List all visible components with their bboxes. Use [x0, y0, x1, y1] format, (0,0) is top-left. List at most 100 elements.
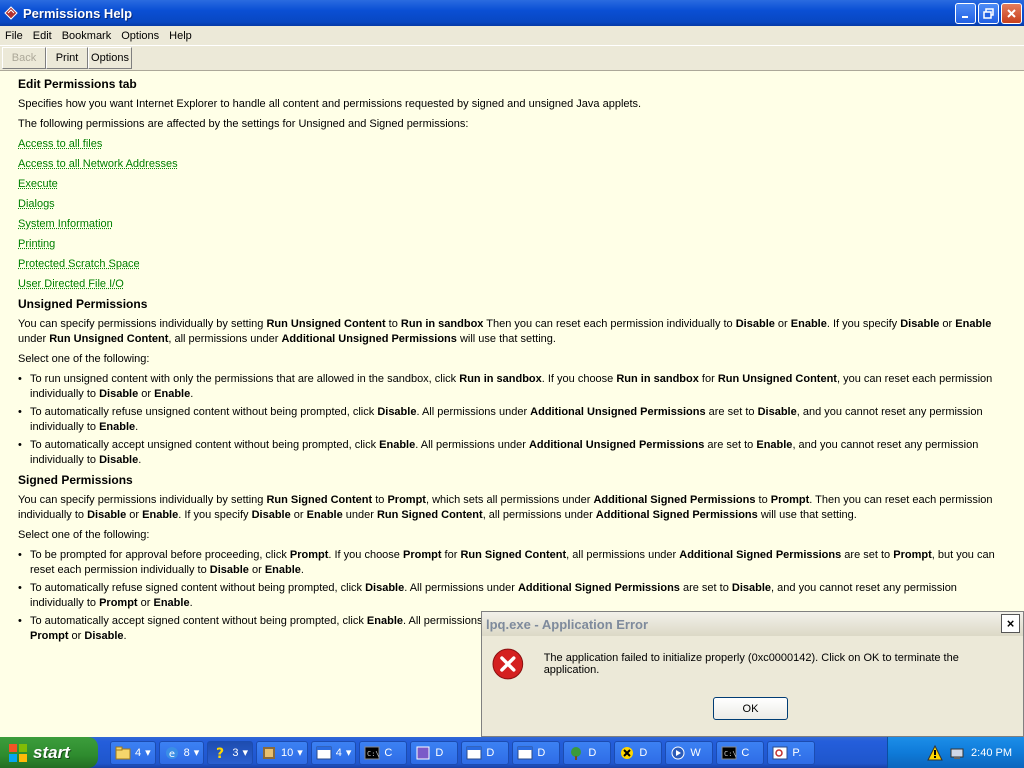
taskbar-button[interactable]: C:\ C: [716, 740, 765, 765]
link-printing[interactable]: Printing: [18, 237, 1006, 252]
bold-term: Run in sandbox: [616, 373, 699, 385]
paragraph-select-one: Select one of the following:: [18, 353, 150, 365]
paragraph-affected: The following permissions are affected b…: [18, 118, 469, 130]
back-button[interactable]: Back: [2, 47, 46, 69]
bold-term: Disable: [87, 509, 127, 521]
dialog-title: lpq.exe - Application Error: [486, 616, 649, 632]
permission-links: Access to all files Access to all Networ…: [18, 137, 1006, 292]
taskbar-button-label: 4: [335, 746, 342, 759]
start-button[interactable]: start: [0, 737, 98, 768]
menu-options[interactable]: Options: [116, 30, 164, 42]
maximize-button[interactable]: [978, 3, 999, 24]
taskbar-button[interactable]: 4 ▾: [110, 740, 156, 765]
taskbar-button[interactable]: e 8 ▾: [158, 740, 205, 765]
bold-term: Enable: [379, 439, 416, 451]
chevron-down-icon: ▾: [145, 747, 151, 759]
bold-term: Prompt: [770, 494, 810, 506]
menu-help[interactable]: Help: [164, 30, 197, 42]
menu-edit[interactable]: Edit: [28, 30, 57, 42]
unsigned-options-list: To run unsigned content with only the pe…: [18, 372, 1006, 468]
bold-term: Disable: [735, 318, 775, 330]
bold-term: Disable: [99, 454, 139, 466]
print-button[interactable]: Print: [46, 47, 88, 69]
taskbar-button[interactable]: D: [410, 740, 459, 765]
taskbar-button[interactable]: 10 ▾: [255, 740, 308, 765]
link-execute[interactable]: Execute: [18, 177, 1006, 192]
start-label: start: [33, 742, 70, 762]
link-access-network[interactable]: Access to all Network Addresses: [18, 157, 1006, 172]
bold-term: Run Unsigned Content: [49, 333, 169, 345]
error-icon: [621, 746, 634, 759]
clock[interactable]: 2:40 PM: [971, 747, 1012, 759]
bold-term: Run Signed Content: [266, 494, 373, 506]
chevron-down-icon: ▾: [242, 747, 248, 759]
dialog-titlebar[interactable]: lpq.exe - Application Error: [482, 612, 1023, 636]
dialog-close-button[interactable]: ×: [1001, 614, 1020, 633]
bold-term: Run Unsigned Content: [717, 373, 837, 385]
help-icon: ?: [216, 746, 224, 761]
error-message: The application failed to initialize pro…: [543, 652, 959, 676]
bold-term: Additional Signed Permissions: [517, 582, 680, 594]
menu-bookmark[interactable]: Bookmark: [57, 30, 117, 42]
bold-term: Enable: [264, 564, 301, 576]
bold-term: Prompt: [30, 630, 69, 642]
list-item: To be prompted for approval before proce…: [18, 548, 1006, 578]
link-access-all-files[interactable]: Access to all files: [18, 137, 1006, 152]
taskbar-button-label: C: [741, 746, 750, 759]
taskbar-button[interactable]: P.: [767, 740, 816, 765]
taskbar-button[interactable]: W: [665, 740, 714, 765]
bold-term: Enable: [154, 388, 191, 400]
paragraph-signed-intro: You can specify permissions individually…: [18, 494, 993, 521]
minimize-button[interactable]: [955, 3, 976, 24]
bold-term: Run Unsigned Content: [266, 318, 386, 330]
system-tray: 2:40 PM: [887, 737, 1024, 768]
list-item-text-continued: Prompt or Disable.: [30, 630, 127, 642]
warning-icon[interactable]: [927, 744, 943, 761]
bold-term: Enable: [99, 421, 136, 433]
cmd-icon: C:\: [364, 746, 380, 759]
folder-icon: [115, 746, 131, 759]
svg-text:?: ?: [216, 746, 224, 761]
taskbar-button[interactable]: D: [512, 740, 561, 765]
network-icon[interactable]: [949, 745, 965, 761]
heading-unsigned-permissions: Unsigned Permissions: [18, 297, 148, 311]
bold-term: Additional Signed Permissions: [595, 509, 758, 521]
tree-icon: [571, 746, 582, 760]
bold-term: Additional Unsigned Permissions: [530, 406, 706, 418]
taskbar-button[interactable]: ? 3 ▾: [207, 740, 253, 765]
taskbar-button[interactable]: D: [563, 740, 612, 765]
bold-term: Additional Signed Permissions: [593, 494, 756, 506]
application-error-dialog: lpq.exe - Application Error × The applic…: [481, 611, 1024, 737]
bold-term: Enable: [142, 509, 179, 521]
window-titlebar[interactable]: Permissions Help: [0, 0, 1024, 26]
taskbar-button[interactable]: 4 ▾: [310, 740, 357, 765]
taskbar-button-label: 10: [280, 746, 294, 759]
taskbar-button[interactable]: D: [461, 740, 510, 765]
program-icon: [262, 746, 275, 759]
app-icon: [416, 746, 430, 759]
bold-term: Run in sandbox: [400, 318, 484, 330]
options-button[interactable]: Options: [88, 47, 132, 69]
close-button[interactable]: [1001, 3, 1022, 24]
link-system-information[interactable]: System Information: [18, 217, 1006, 232]
bold-term: Run in sandbox: [459, 373, 542, 385]
taskbar-button-label: D: [486, 746, 495, 759]
taskbar-button[interactable]: C:\ C: [359, 740, 408, 765]
list-item: To automatically refuse signed content w…: [18, 581, 1006, 611]
window-title: Permissions Help: [23, 5, 133, 21]
taskbar-button[interactable]: D: [614, 740, 663, 765]
chevron-down-icon: ▾: [297, 747, 303, 759]
link-user-directed-file-io[interactable]: User Directed File I/O: [18, 277, 1006, 292]
taskbar-button-label: C: [384, 746, 393, 759]
list-item: To automatically refuse unsigned content…: [18, 405, 1006, 435]
ok-button[interactable]: OK: [713, 697, 788, 720]
menu-file[interactable]: File: [0, 30, 28, 42]
bold-term: Disable: [377, 406, 417, 418]
bold-term: Disable: [757, 406, 797, 418]
link-dialogs[interactable]: Dialogs: [18, 197, 1006, 212]
ie-icon: e: [165, 746, 178, 760]
chevron-down-icon: ▾: [193, 747, 200, 759]
paragraph-intro: Specifies how you want Internet Explorer…: [18, 98, 642, 110]
link-protected-scratch-space[interactable]: Protected Scratch Space: [18, 257, 1006, 272]
windows-logo-icon: [9, 743, 27, 762]
